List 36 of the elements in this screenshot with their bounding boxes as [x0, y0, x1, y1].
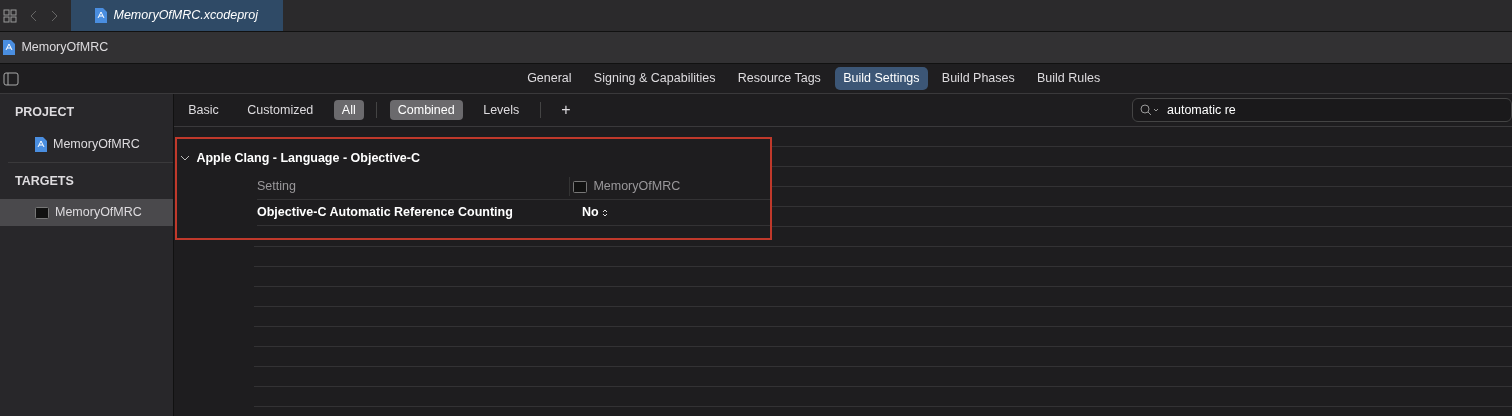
breadcrumb-item[interactable]: MemoryOfMRC [21, 38, 109, 57]
back-icon[interactable] [29, 9, 38, 22]
editor-tab[interactable]: General [519, 67, 580, 90]
disclosure-icon[interactable] [180, 154, 191, 163]
forward-icon[interactable] [50, 9, 59, 22]
filter-button[interactable]: Combined [389, 99, 463, 121]
project-file-icon [95, 8, 108, 23]
sidebar-item[interactable]: MemoryOfMRC [0, 199, 173, 226]
editor-tab[interactable]: Build Rules [1029, 67, 1109, 90]
app-target-icon [573, 180, 588, 193]
setting-name: Objective-C Automatic Reference Counting [257, 204, 514, 222]
editor-tab[interactable]: Build Phases [933, 67, 1023, 90]
search-field[interactable]: automatic re [1132, 98, 1512, 122]
filter-button[interactable]: Levels [475, 99, 528, 121]
editor-tab[interactable]: Signing & Capabilities [585, 67, 724, 90]
column-header: Setting [257, 178, 297, 196]
filter-button[interactable]: Customized [239, 99, 322, 121]
section-header: PROJECT [14, 104, 76, 121]
window-tab[interactable]: MemoryOfMRC.xcodeproj [70, 0, 283, 31]
setting-value[interactable]: No [582, 203, 608, 222]
filter-button[interactable]: All [333, 99, 364, 121]
editor-tab[interactable]: Resource Tags [729, 67, 829, 90]
stepper-icon [601, 207, 608, 218]
project-file-icon [3, 40, 16, 55]
app-target-icon [35, 206, 49, 219]
add-button[interactable]: + [553, 97, 579, 123]
sidebar-toggle-icon[interactable] [3, 71, 20, 86]
filter-button[interactable]: Basic [180, 99, 227, 121]
sidebar-item[interactable]: MemoryOfMRC [0, 130, 173, 158]
search-icon[interactable] [1140, 104, 1160, 116]
column-header: MemoryOfMRC [593, 178, 681, 196]
section-header: TARGETS [14, 172, 75, 190]
project-file-icon [35, 136, 47, 152]
grid-icon[interactable] [3, 8, 18, 23]
editor-tab[interactable]: Build Settings [835, 67, 928, 90]
group-title: Apple Clang - Language - Objective-C [196, 150, 420, 167]
